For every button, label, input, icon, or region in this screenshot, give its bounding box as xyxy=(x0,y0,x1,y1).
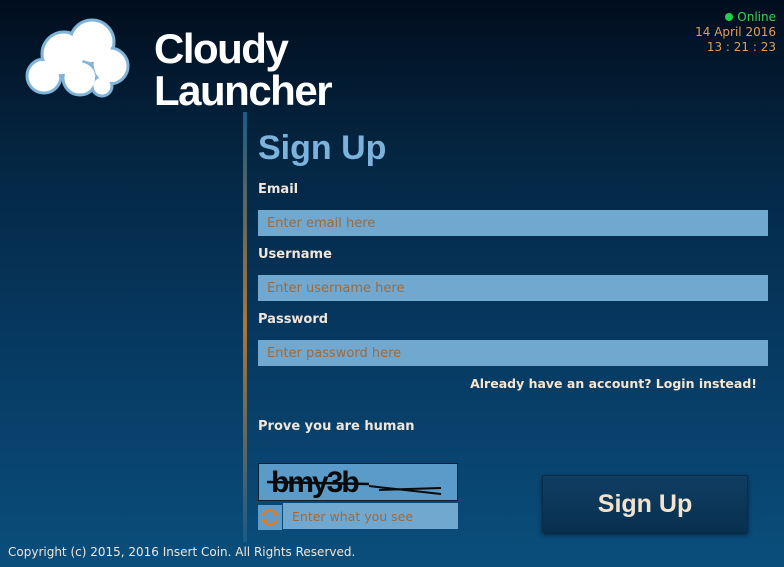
app-logo: Cloudy Launcher xyxy=(20,14,360,112)
login-instead-link[interactable]: Already have an account? Login instead! xyxy=(470,376,757,391)
online-label: Online xyxy=(737,10,776,24)
captcha-label: Prove you are human xyxy=(258,419,415,434)
status-date: 14 April 2016 xyxy=(695,25,776,39)
username-label: Username xyxy=(258,247,332,262)
sign-up-button[interactable]: Sign Up xyxy=(542,475,748,533)
email-field[interactable] xyxy=(258,210,768,236)
copyright-text: Copyright (c) 2015, 2016 Insert Coin. Al… xyxy=(8,545,356,559)
status-dot-icon xyxy=(725,13,734,21)
online-status: Online xyxy=(695,10,776,25)
email-label: Email xyxy=(258,182,299,197)
page-title: Sign Up xyxy=(258,129,387,167)
refresh-icon xyxy=(261,509,279,526)
app-name: Cloudy Launcher xyxy=(154,28,384,112)
captcha-input[interactable] xyxy=(283,503,458,529)
form-divider xyxy=(243,112,247,542)
username-field[interactable] xyxy=(258,275,768,301)
status-time: 13 : 21 : 23 xyxy=(706,40,776,54)
status-panel: Online 14 April 2016 13 : 21 : 23 xyxy=(695,10,776,55)
app-name-line1: Cloudy xyxy=(154,25,289,72)
password-field[interactable] xyxy=(258,340,768,366)
cloud-icon xyxy=(25,18,130,98)
password-label: Password xyxy=(258,312,329,327)
app-name-line2: Launcher xyxy=(154,67,333,114)
captcha-refresh-button[interactable] xyxy=(258,505,282,530)
captcha-image: bmy3b xyxy=(258,463,458,501)
